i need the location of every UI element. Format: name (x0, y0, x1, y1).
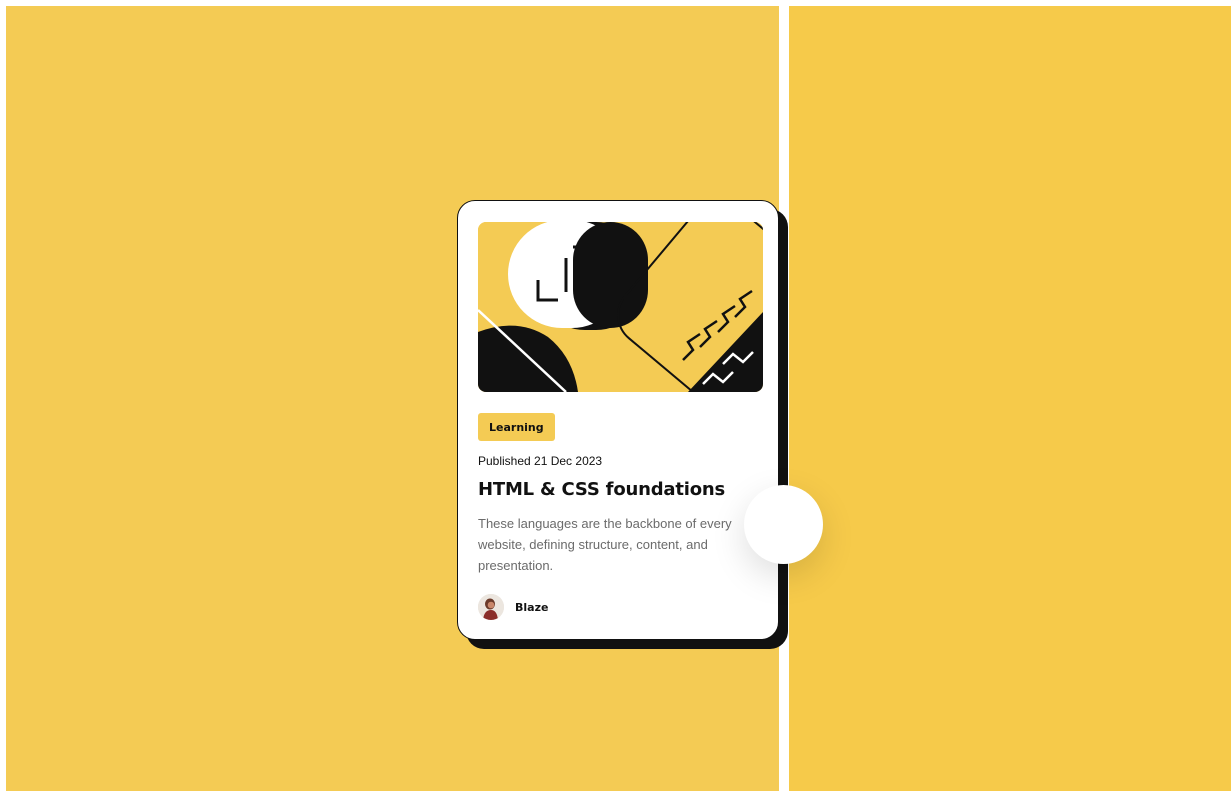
comparison-after-panel (789, 6, 1231, 791)
card-illustration (478, 222, 763, 392)
card-title[interactable]: HTML & CSS foundations (478, 479, 725, 500)
author-name: Blaze (515, 600, 549, 614)
slider-handle-icon[interactable] (744, 485, 823, 564)
publish-date: Published 21 Dec 2023 (478, 454, 603, 468)
blog-preview-card: Learning Published 21 Dec 2023 HTML & CS… (457, 200, 779, 640)
comparison-divider[interactable] (779, 0, 789, 791)
abstract-code-illustration-icon (478, 222, 763, 392)
category-tag: Learning (478, 413, 555, 441)
person-avatar-icon (478, 594, 504, 620)
author: Blaze (478, 594, 548, 620)
card-description: These languages are the backbone of ever… (478, 516, 732, 573)
